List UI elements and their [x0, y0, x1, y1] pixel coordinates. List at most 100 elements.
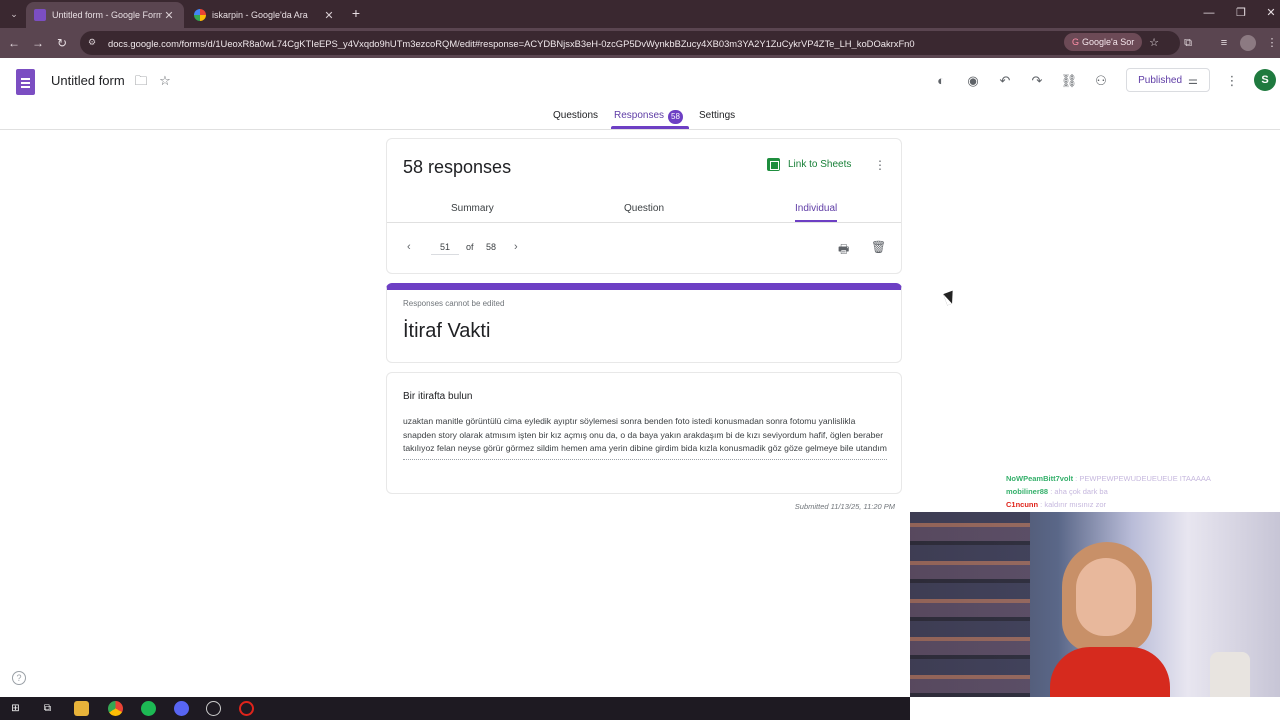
published-label: Published — [1138, 74, 1183, 86]
palette-icon[interactable]: ◐ — [932, 72, 950, 90]
browser-profile-avatar[interactable] — [1240, 35, 1256, 51]
eye-icon[interactable]: ◉ — [964, 72, 982, 90]
pager-of-label: of — [466, 242, 474, 252]
google-favicon-icon — [194, 9, 206, 21]
browser-menu-icon[interactable]: ⋮ — [1264, 35, 1280, 51]
answer-text: uzaktan manitle görüntülü cima eyledik a… — [403, 415, 887, 460]
responses-count-title: 58 responses — [403, 157, 512, 177]
back-arrow-icon[interactable]: ← — [6, 35, 22, 51]
more-vert-icon[interactable]: ⋮ — [874, 158, 886, 172]
forward-arrow-icon[interactable]: → — [30, 35, 46, 51]
windows-start-icon[interactable]: ⊞ — [8, 701, 23, 716]
chat-user: C1ncunn — [1006, 500, 1039, 509]
opera-icon[interactable] — [239, 701, 254, 716]
chrome-icon[interactable] — [108, 701, 123, 716]
star-icon[interactable]: ☆ — [156, 72, 174, 90]
tab-questions[interactable]: Questions — [553, 110, 598, 121]
obs-icon[interactable] — [206, 701, 221, 716]
stream-chat: NoWPeamBitt7volt : PEWPEWPEWUDEUEUEUE IT… — [1006, 472, 1236, 511]
spotify-icon[interactable] — [141, 701, 156, 716]
form-title-card: Responses cannot be edited İtiraf Vakti — [386, 283, 902, 363]
mouse-cursor-icon — [943, 290, 957, 306]
account-avatar[interactable]: S — [1254, 69, 1276, 91]
help-icon[interactable]: ? — [12, 671, 26, 685]
close-window-icon[interactable]: ✕ — [1256, 4, 1280, 22]
redo-icon[interactable]: ↷ — [1028, 72, 1046, 90]
link-to-sheets-button[interactable]: Link to Sheets — [767, 158, 851, 171]
face — [1076, 558, 1136, 636]
task-view-icon[interactable]: ⧉ — [40, 701, 55, 716]
link-to-sheets-label: Link to Sheets — [788, 159, 852, 170]
new-tab-plus-icon[interactable]: + — [348, 5, 364, 21]
chat-message: aha çok dark ba — [1054, 487, 1108, 496]
response-pager: ‹ 51 of 58 › 🖶 🗑 — [387, 239, 901, 259]
chat-line: mobiliner88 : aha çok dark ba — [1006, 487, 1108, 496]
google-forms-logo[interactable] — [16, 69, 35, 95]
close-tab-icon[interactable]: ✕ — [162, 9, 176, 22]
google-ask-label: Google'a Sor — [1082, 37, 1135, 47]
cannot-edit-notice: Responses cannot be edited — [403, 299, 505, 308]
forms-favicon-icon — [34, 9, 46, 21]
site-info-icon[interactable]: ⚙ — [88, 37, 100, 49]
chat-message: kaldırır mısınız zor — [1044, 500, 1107, 509]
pager-total: 58 — [486, 242, 497, 252]
chevron-left-icon[interactable]: ‹ — [407, 241, 411, 253]
google-ask-pill[interactable]: G Google'a Sor — [1064, 33, 1143, 51]
person-add-icon[interactable]: ⚇ — [1092, 72, 1110, 90]
browser-tab-bar: ⌄ Untitled form - Google Forms ✕ iskarpi… — [0, 0, 1280, 28]
subtab-question[interactable]: Question — [624, 203, 664, 214]
print-icon[interactable]: 🖶 — [838, 240, 849, 261]
streamer — [1050, 542, 1170, 697]
form-tabs: Questions Responses 58 Settings — [0, 106, 1280, 130]
tab-settings[interactable]: Settings — [699, 110, 735, 121]
file-explorer-icon[interactable] — [74, 701, 89, 716]
url-text: docs.google.com/forms/d/1UeoxR8a0wL74CgK… — [108, 37, 915, 49]
shirt — [1050, 647, 1170, 697]
chat-user: mobiliner88 — [1006, 487, 1049, 496]
minimize-icon[interactable]: — — [1194, 4, 1224, 22]
chevron-right-icon[interactable]: › — [514, 241, 518, 253]
tab-title: iskarpin - Google'da Ara — [212, 10, 308, 20]
browser-toolbar: ← → ↻ ⚙ docs.google.com/forms/d/1UeoxR8a… — [0, 28, 1280, 58]
chat-message: PEWPEWPEWUDEUEUEUE ITAAAAA — [1079, 474, 1211, 483]
subtab-individual[interactable]: Individual — [795, 203, 837, 214]
webcam-overlay — [910, 512, 1280, 697]
chat-line: C1ncunn : kaldırır mısınız zor — [1006, 500, 1107, 509]
browser-tab-search[interactable]: iskarpin - Google'da Ara ✕ — [186, 2, 344, 28]
reload-icon[interactable]: ↻ — [54, 35, 70, 51]
tune-icon: ⚌ — [1188, 74, 1198, 87]
form-title[interactable]: Untitled form — [51, 73, 125, 88]
subtab-summary[interactable]: Summary — [451, 203, 494, 214]
question-card: Bir itirafta bulun uzaktan manitle görün… — [386, 372, 902, 494]
form-heading: İtiraf Vakti — [403, 320, 491, 342]
submitted-timestamp: Submitted 11/13/25, 11:20 PM — [794, 502, 895, 511]
header-divider — [0, 129, 1280, 130]
restore-icon[interactable]: ❐ — [1226, 4, 1256, 22]
link-icon[interactable]: ⛓ — [1060, 72, 1078, 90]
folder-icon[interactable]: 🗀 — [132, 72, 150, 90]
tab-responses[interactable]: Responses — [614, 110, 664, 121]
bookshelf — [910, 512, 1030, 697]
discord-icon[interactable] — [174, 701, 189, 716]
undo-icon[interactable]: ↶ — [996, 72, 1014, 90]
media-icon[interactable]: ≡ — [1216, 35, 1232, 51]
trash-icon[interactable]: 🗑 — [871, 240, 886, 254]
published-button[interactable]: Published ⚌ — [1126, 68, 1210, 92]
subtab-divider — [387, 222, 901, 223]
address-bar[interactable]: ⚙ docs.google.com/forms/d/1UeoxR8a0wL74C… — [80, 31, 1180, 55]
more-vert-icon[interactable]: ⋮ — [1223, 72, 1241, 90]
bookmark-star-icon[interactable]: ☆ — [1146, 35, 1162, 51]
tab-search-chevron-down-icon[interactable]: ⌄ — [6, 6, 22, 22]
response-number-input[interactable]: 51 — [431, 242, 459, 255]
microphone — [1210, 652, 1250, 697]
close-tab-icon[interactable]: ✕ — [322, 9, 336, 22]
responses-count-badge: 58 — [668, 110, 683, 124]
browser-tab-forms[interactable]: Untitled form - Google Forms ✕ — [26, 2, 184, 28]
extensions-icon[interactable]: ⧉ — [1180, 35, 1196, 51]
google-g-icon: G — [1072, 37, 1080, 47]
chat-line: NoWPeamBitt7volt : PEWPEWPEWUDEUEUEUE IT… — [1006, 474, 1211, 483]
tab-title: Untitled form - Google Forms — [52, 10, 162, 20]
chat-user: NoWPeamBitt7volt — [1006, 474, 1074, 483]
windows-taskbar: ⊞ ⧉ — [0, 697, 910, 720]
responses-summary-card: 58 responses Link to Sheets ⋮ Summary Qu… — [386, 138, 902, 274]
